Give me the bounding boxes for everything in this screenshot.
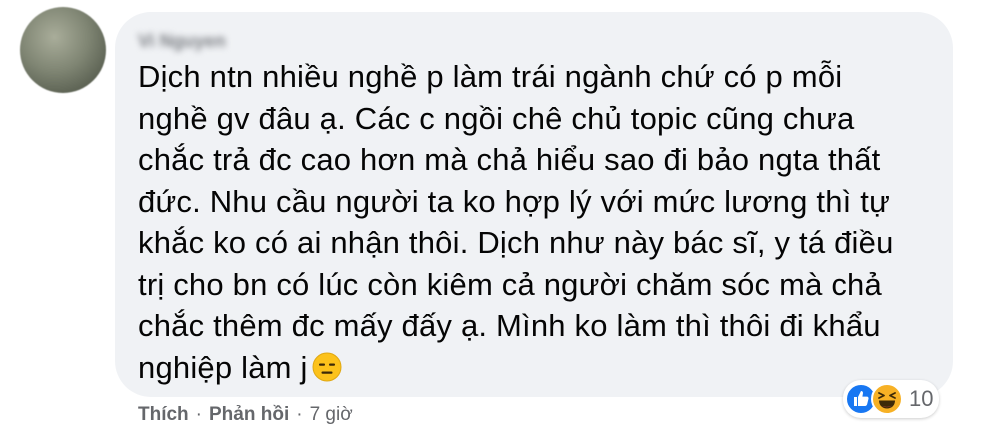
separator-dot: · <box>296 404 303 425</box>
timestamp[interactable]: 7 giờ <box>310 402 353 428</box>
like-button[interactable]: Thích <box>138 402 189 428</box>
comment: Vi Nguyen Dịch ntn nhiều nghề p làm trái… <box>0 0 1000 440</box>
comment-text-line: nghiệp làm j <box>138 349 308 385</box>
comment-text-line: chắc trả đc cao hơn mà chả hiểu sao đi b… <box>138 142 881 177</box>
comment-text: Dịch ntn nhiều nghề p làm trái ngành chứ… <box>138 56 938 392</box>
comment-text-last-line: nghiệp làm j <box>138 347 938 393</box>
haha-icon <box>871 383 903 415</box>
reactions-summary[interactable]: 10 <box>843 380 940 418</box>
author-name[interactable]: Vi Nguyen <box>138 30 280 52</box>
reply-button[interactable]: Phản hồi <box>209 402 289 428</box>
comment-text-line: đức. Nhu cầu người ta ko hợp lý với mức … <box>138 183 891 219</box>
comment-text-line: khắc ko có ai nhận thôi. Dịch như này bá… <box>138 225 894 260</box>
comment-text-line: trị cho bn có lúc còn kiêm cả người chăm… <box>138 266 882 302</box>
expressionless-face-emoji <box>312 351 342 393</box>
reaction-count: 10 <box>909 386 934 411</box>
comment-text-line: Dịch ntn nhiều nghề p làm trái ngành chứ… <box>138 59 843 94</box>
comment-text-line: nghề gv đâu ạ. Các c ngồi chê chủ topic … <box>138 100 855 136</box>
avatar[interactable] <box>20 7 106 93</box>
comment-actions: Thích · Phản hồi · 7 giờ <box>138 402 353 428</box>
comment-text-line: chắc thêm đc mấy đấy ạ. Mình ko làm thì … <box>138 308 881 343</box>
separator-dot: · <box>195 404 202 425</box>
